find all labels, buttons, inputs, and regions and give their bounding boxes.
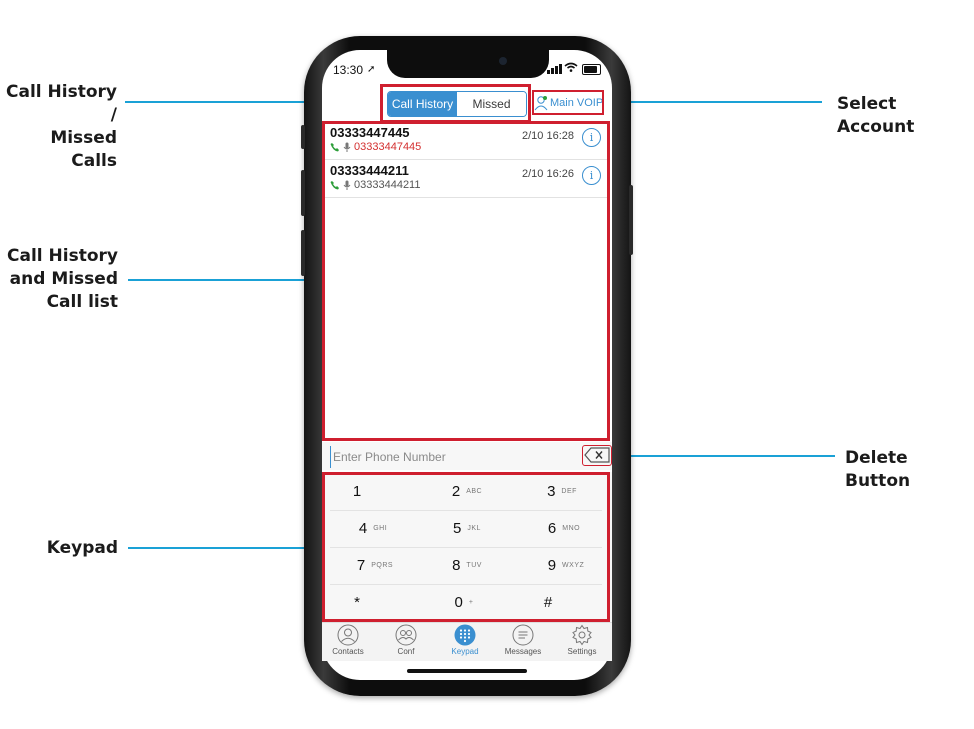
tab-contacts[interactable]: Contacts (321, 624, 375, 656)
leader-line (604, 101, 822, 103)
annotation-select-account: Select Account (837, 94, 915, 137)
front-camera (499, 57, 507, 65)
annotation-keypad: Keypad (46, 538, 118, 558)
tab-keypad[interactable]: Keypad (438, 624, 492, 656)
tab-conf[interactable]: Conf (379, 624, 433, 656)
tab-label: Keypad (451, 647, 479, 656)
annotation-delete-button: Delete Button (845, 448, 911, 491)
wifi-icon (564, 62, 578, 72)
leader-line (128, 547, 325, 549)
tab-label: Messages (504, 647, 542, 656)
keypad-icon (454, 624, 476, 646)
tab-messages[interactable]: Messages (496, 624, 550, 656)
highlight-keypad (322, 472, 610, 622)
conference-icon (395, 624, 417, 646)
annotation-line: Call History (7, 246, 118, 266)
leader-line (128, 279, 325, 281)
silent-switch (301, 125, 305, 149)
notch (387, 50, 549, 78)
contacts-icon (337, 624, 359, 646)
settings-icon (572, 624, 592, 646)
tab-label: Settings (567, 647, 597, 656)
power-button (629, 185, 633, 255)
status-time: 13:30 (333, 63, 364, 77)
highlight-call-list (322, 121, 610, 441)
annotation-line: Call History / (6, 82, 117, 125)
phone-number-input[interactable] (330, 446, 575, 468)
volume-down-button (301, 230, 305, 276)
annotation-line: and Missed (9, 269, 118, 289)
highlight-select-account (532, 90, 604, 115)
highlight-delete-button (582, 445, 612, 466)
annotation-line: Call list (46, 292, 118, 312)
leader-line (612, 455, 835, 457)
phone-input-bar (322, 442, 612, 470)
volume-up-button (301, 170, 305, 216)
battery-icon (582, 64, 601, 75)
signal-icon (551, 68, 554, 74)
messages-icon (512, 624, 534, 646)
signal-icon (547, 70, 550, 74)
home-indicator (407, 669, 527, 673)
location-icon: ➚ (367, 64, 376, 75)
tab-label: Contacts (332, 647, 364, 656)
highlight-call-history-toggle (380, 84, 531, 123)
annotation-line: Missed Calls (50, 128, 117, 171)
signal-icon (555, 66, 558, 74)
annotation-call-history-missed: Call History / Missed Calls (0, 81, 117, 173)
tab-settings[interactable]: Settings (555, 624, 609, 656)
tab-label: Conf (397, 647, 415, 656)
signal-icon (559, 64, 562, 74)
annotation-call-list: Call History and Missed Call list (0, 245, 118, 314)
